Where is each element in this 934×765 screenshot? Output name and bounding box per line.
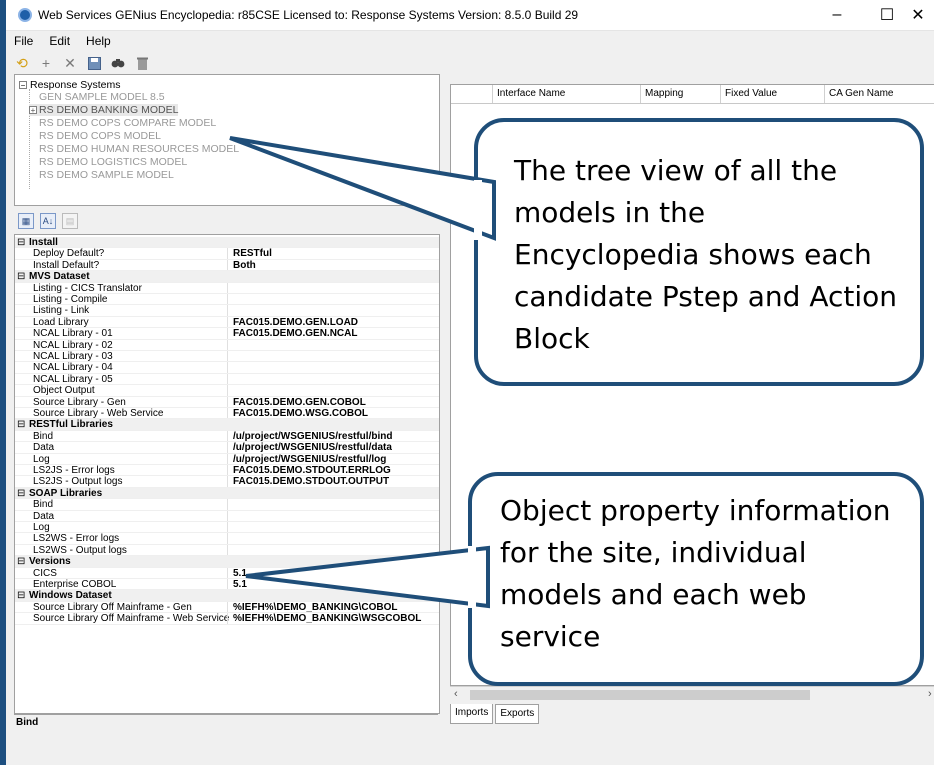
callout-pointers [229,136,496,609]
seam-cover [468,546,476,608]
props-callout-pointer [245,545,490,609]
seam-cover [474,180,482,240]
tree-callout-pointer [229,136,496,241]
